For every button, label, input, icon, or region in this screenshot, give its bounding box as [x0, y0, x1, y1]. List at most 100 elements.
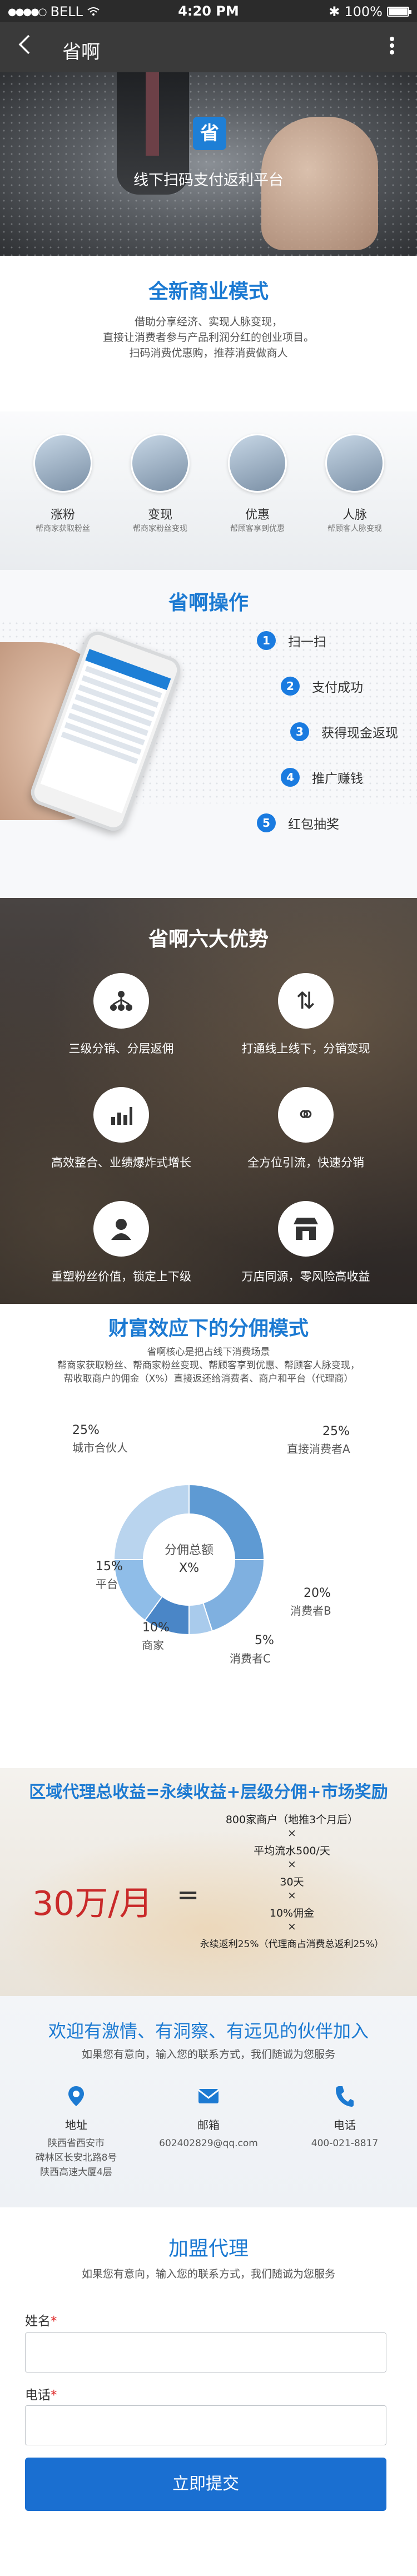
address-line: 陕西省西安市	[48, 2138, 105, 2149]
slice-percent: 20%	[304, 1586, 331, 1600]
donut-chart: 分佣总额 X%	[113, 1483, 265, 1636]
slice-percent: 10%	[142, 1621, 170, 1635]
biz-model-title: 全新商业模式	[148, 280, 269, 303]
address-line: 碑林区长安北路8号	[35, 2152, 117, 2163]
formula-line: 30天	[280, 1876, 304, 1888]
step-number: 2	[281, 677, 300, 696]
biz-item-name: 优惠	[245, 508, 270, 522]
distribution-desc: 省啊核心是把占线下消费场景 帮商家获取粉丝、帮商家粉丝变现、帮顾客享到优惠、帮顾…	[0, 1346, 417, 1386]
slice-label: 10%	[142, 1621, 170, 1635]
advantage-label: 打通线上线下，分销变现	[241, 1042, 370, 1055]
slice-percent: 25%	[72, 1423, 100, 1437]
network-image	[325, 434, 384, 493]
name-label-text: 姓名	[25, 2314, 51, 2329]
advantage-label: 高效整合、业绩爆炸式增长	[51, 1156, 191, 1169]
join-subtitle: 如果您有意向，输入您的联系方式，我们随诚为您服务	[81, 2268, 335, 2280]
biz-item-name: 人脉	[342, 508, 367, 522]
phone-icon	[328, 2085, 361, 2112]
status-bar: ●●●●○ BELL 4:20 PM ✱ 100%	[0, 0, 417, 22]
step-label: 推广赚钱	[312, 772, 363, 786]
hero-banner: 省 线下扫码支付返利平台	[0, 72, 417, 256]
advantage-label: 三级分销、分层返佣	[68, 1042, 174, 1055]
contact-value[interactable]: 400-021-8817	[284, 2136, 406, 2151]
slice-name: 城市合伙人	[72, 1441, 128, 1455]
step-number: 4	[281, 768, 300, 787]
battery-icon	[387, 7, 411, 17]
discount-image	[228, 434, 287, 493]
step-label: 扫一扫	[288, 635, 326, 649]
biz-model-desc: 借助分享经济、实现人脉变现， 直接让消费者参与产品利润分红的创业项目。 扫码消费…	[0, 314, 417, 361]
contact-label: 电话	[334, 2118, 356, 2132]
partner-title: 欢迎有激情、有洞察、有远见的伙伴加入	[48, 2021, 369, 2042]
slice-percent: 15%	[96, 1560, 123, 1574]
distribution-section: 财富效应下的分佣模式 省啊核心是把占线下消费场景 帮商家获取粉丝、帮商家粉丝变现…	[0, 1304, 417, 1768]
app-logo: 省	[193, 117, 226, 150]
biz-item-sub: 帮商家获取粉丝	[36, 524, 90, 533]
formula-line: ×	[287, 1827, 296, 1839]
operation-step: 4 推广赚钱	[281, 768, 363, 787]
page-title: 省啊	[62, 41, 100, 63]
monetize-image	[131, 434, 190, 493]
advantages-title: 省啊六大优势	[148, 928, 269, 951]
step-label: 支付成功	[312, 681, 363, 695]
more-vertical-icon[interactable]	[389, 34, 395, 62]
share-nodes-icon: ⚭	[278, 1087, 334, 1143]
nav-bar: 省啊	[0, 22, 417, 72]
name-input[interactable]	[25, 2332, 386, 2372]
email-address[interactable]: 602402829@qq.com	[147, 2136, 270, 2151]
formula-line: 平均流水500/天	[254, 1845, 330, 1857]
advantage-label: 重塑粉丝价值，锁定上下级	[51, 1270, 191, 1283]
slice-name: 直接消费者A	[287, 1442, 350, 1456]
biz-item-sub: 帮顾客享到优惠	[230, 524, 285, 533]
step-number: 3	[290, 722, 309, 741]
partner-subtitle: 如果您有意向，输入您的联系方式，我们随诚为您服务	[81, 2048, 335, 2061]
step-label: 红包抽奖	[288, 817, 339, 832]
phone-number[interactable]: 400-021-8817	[284, 2136, 406, 2151]
bar-chart-icon	[93, 1087, 149, 1143]
slice-name: 平台	[96, 1577, 118, 1591]
operations-section: 省啊操作 1 扫一扫 2 支付成功 3 获得现金返现 4 推广赚钱 5 红包抽奖	[0, 570, 417, 898]
mail-icon	[192, 2085, 225, 2110]
contact-label: 地址	[65, 2118, 87, 2132]
formula-line: ×	[287, 1920, 296, 1933]
biz-item-sub: 帮商家粉丝变现	[133, 524, 187, 533]
biz-item-name: 变现	[147, 508, 172, 522]
step-label: 获得现金返现	[321, 726, 398, 741]
donut-hole	[143, 1514, 235, 1605]
distribution-title: 财富效应下的分佣模式	[108, 1317, 309, 1340]
slice-percent: 25%	[322, 1425, 350, 1438]
required-mark: *	[51, 2314, 57, 2329]
submit-button[interactable]: 立即提交	[25, 2458, 386, 2511]
required-mark: *	[51, 2388, 57, 2403]
advantage-label: 万店同源，零风险高收益	[241, 1270, 370, 1283]
formula-line: ×	[287, 1889, 296, 1902]
operation-step: 2 支付成功	[281, 677, 363, 696]
store-icon	[278, 1201, 334, 1257]
status-right: ✱ 100%	[329, 4, 411, 19]
operation-step: 1 扫一扫	[257, 631, 326, 650]
operation-step: 5 红包抽奖	[257, 813, 339, 832]
desc-line: 省啊核心是把占线下消费场景	[147, 1347, 270, 1358]
bluetooth-icon: ✱	[329, 4, 340, 19]
back-arrow-icon[interactable]	[18, 33, 31, 61]
step-number: 5	[257, 813, 276, 832]
formula-line: ×	[287, 1858, 296, 1870]
formula-line: 800家商户（地推3个月后）	[225, 1814, 359, 1826]
phone-input[interactable]	[25, 2405, 386, 2445]
advantage-label: 全方位引流，快速分销	[247, 1156, 364, 1169]
biz-item-sub: 帮顾客人脉变现	[327, 524, 382, 533]
region-title: 区域代理总收益=永续收益+层级分佣+市场奖励	[29, 1783, 388, 1802]
network-icon	[93, 973, 149, 1029]
desc-line: 扫码消费优惠购，推荐消费做商人	[129, 347, 288, 359]
phone-label-text: 电话	[25, 2388, 51, 2403]
up-down-arrows-icon: ⇅	[278, 973, 334, 1029]
slice-label: 25%	[72, 1423, 100, 1437]
contact-value[interactable]: 602402829@qq.com	[147, 2136, 270, 2151]
address-line: 陕西高速大厦4层	[40, 2167, 112, 2178]
advantages-section: 省啊六大优势 三级分销、分层返佣 ⇅ 打通线上线下，分销变现 高效整合、业绩爆炸…	[0, 898, 417, 1304]
slice-name: 消费者C	[230, 1652, 271, 1665]
donut-center-value: X%	[179, 1561, 199, 1575]
fans-image	[33, 434, 92, 493]
contact-value: 陕西省西安市 碑林区长安北路8号 陕西高速大厦4层	[15, 2136, 137, 2180]
desc-line: 直接让消费者参与产品利润分红的创业项目。	[102, 331, 314, 344]
